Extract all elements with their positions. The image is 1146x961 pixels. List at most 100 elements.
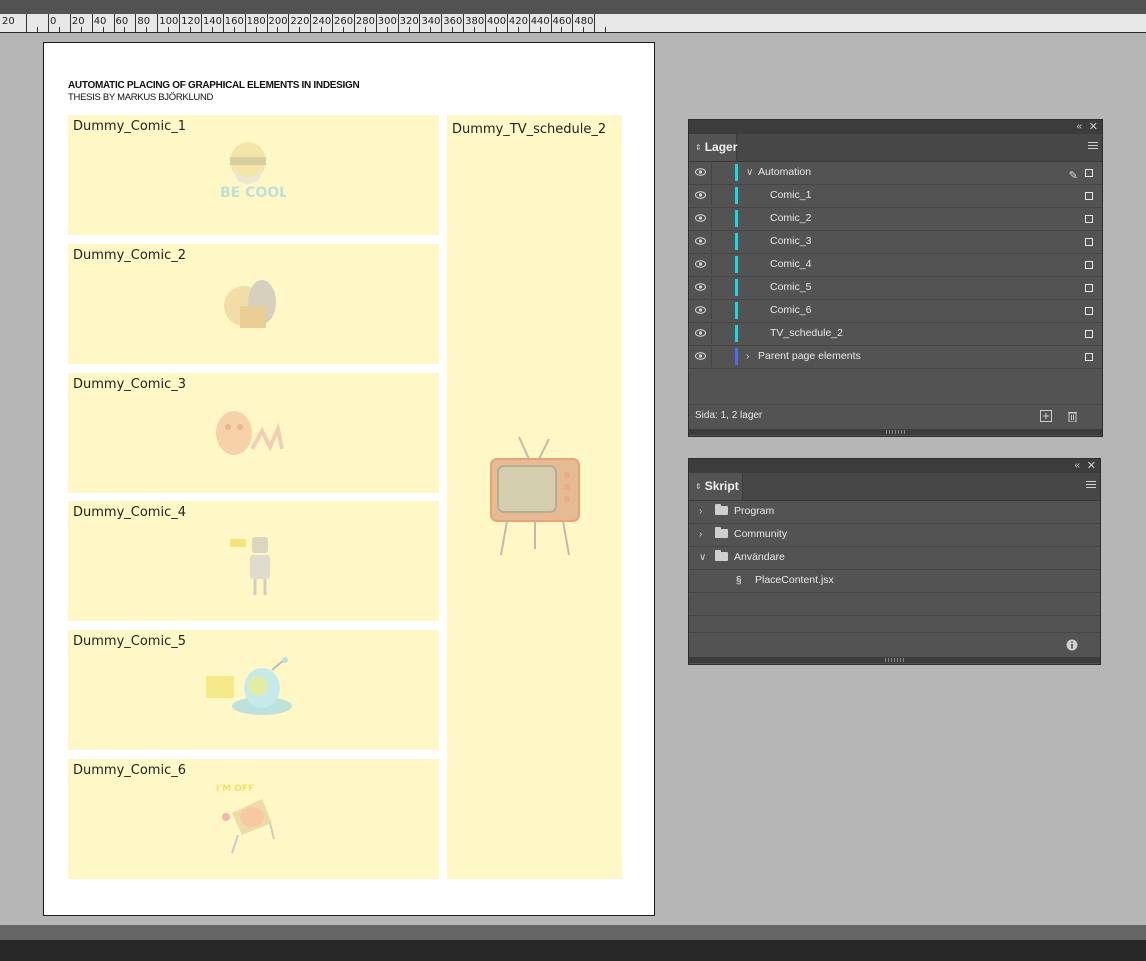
page-layer-info: Sida: 1, 2 lager (695, 410, 763, 421)
tab-lager[interactable]: ⇕ Lager (689, 134, 737, 161)
ruler-tick (168, 27, 170, 32)
frame-comic-2[interactable]: Dummy_Comic_2 (68, 244, 439, 364)
layer-select-square[interactable] (1085, 169, 1093, 177)
chevron-down-icon[interactable]: ∨ (699, 547, 706, 568)
ruler-tick (211, 27, 213, 32)
lock-toggle[interactable] (712, 300, 734, 321)
script-folder[interactable]: ∨ Användare (689, 547, 1100, 570)
ruler-tick (222, 14, 224, 32)
script-folder[interactable]: › Program (689, 501, 1100, 524)
lock-toggle[interactable] (712, 208, 734, 229)
new-layer-icon[interactable] (1040, 410, 1052, 422)
lock-toggle[interactable] (712, 162, 734, 183)
close-icon[interactable]: ✕ (1089, 120, 1098, 134)
layer-row[interactable]: Comic_6 (689, 300, 1102, 323)
layer-select-square[interactable] (1085, 353, 1093, 361)
document-page[interactable]: AUTOMATIC PLACING OF GRAPHICAL ELEMENTS … (43, 42, 655, 916)
panel-topbar[interactable]: « ✕ (689, 459, 1100, 473)
frame-label: Dummy_Comic_5 (73, 634, 186, 649)
layer-row[interactable]: Comic_2 (689, 208, 1102, 231)
visibility-eye-icon[interactable] (695, 191, 706, 199)
frame-comic-6[interactable]: Dummy_Comic_6 I'M OFF (68, 759, 439, 879)
status-bar (0, 925, 1146, 940)
layer-select-square[interactable] (1085, 192, 1093, 200)
lock-toggle[interactable] (712, 277, 734, 298)
ruler-label: 40 (93, 16, 107, 27)
layer-select-square[interactable] (1085, 284, 1093, 292)
frame-comic-4[interactable]: Dummy_Comic_4 (68, 501, 439, 621)
frame-comic-3[interactable]: Dummy_Comic_3 (68, 373, 439, 493)
ruler-tick (342, 27, 344, 32)
visibility-eye-icon[interactable] (695, 214, 706, 222)
info-icon[interactable] (1066, 639, 1078, 651)
tab-skript[interactable]: ⇕ Skript (689, 473, 743, 500)
chevron-right-icon[interactable]: › (699, 501, 702, 522)
visibility-eye-icon[interactable] (695, 260, 706, 268)
ruler-label: 340 (421, 16, 441, 27)
horizontal-ruler[interactable]: 20 0 20 40 60 80 100 120 140 160 180 200 220 240 260 28… (0, 0, 1146, 33)
chevron-right-icon[interactable]: › (746, 346, 749, 367)
panel-menu-icon[interactable] (1088, 142, 1098, 151)
lock-toggle[interactable] (712, 346, 734, 367)
lock-toggle[interactable] (712, 231, 734, 252)
ruler-label: 20 (71, 16, 85, 27)
layer-color-swatch (735, 302, 738, 319)
layer-name: Comic_2 (770, 212, 812, 224)
ruler-tick (179, 14, 181, 32)
ruler-tick (48, 14, 49, 32)
ruler-tick (506, 14, 508, 32)
frame-label: Dummy_Comic_6 (73, 763, 186, 778)
ruler-tick (91, 14, 93, 32)
layer-row[interactable]: › Parent page elements (689, 346, 1102, 369)
frame-tv-schedule-2[interactable]: Dummy_TV_schedule_2 (447, 115, 622, 879)
script-file[interactable]: § PlaceContent.jsx (689, 570, 1100, 593)
script-name: Program (734, 505, 775, 517)
layer-select-square[interactable] (1085, 215, 1093, 223)
visibility-eye-icon[interactable] (695, 352, 706, 360)
panel-topbar[interactable]: « ✕ (689, 120, 1102, 134)
collapse-icon[interactable]: « (1076, 120, 1082, 134)
chevron-down-icon[interactable]: ∨ (746, 162, 753, 183)
layer-row[interactable]: Comic_4 (689, 254, 1102, 277)
ruler-label: 400 (487, 16, 507, 27)
resize-grip[interactable] (689, 657, 1100, 663)
layer-row[interactable]: TV_schedule_2 (689, 323, 1102, 346)
ruler-label: 380 (465, 16, 485, 27)
layer-select-square[interactable] (1085, 261, 1093, 269)
art-text: BE COOL! (220, 185, 286, 201)
trash-icon[interactable] (1067, 410, 1078, 422)
chevron-right-icon[interactable]: › (699, 524, 702, 545)
visibility-eye-icon[interactable] (695, 237, 706, 245)
lock-toggle[interactable] (712, 323, 734, 344)
resize-grip[interactable] (689, 429, 1102, 435)
ruler-label: 100 (159, 16, 179, 27)
ruler-label: 440 (530, 16, 550, 27)
visibility-eye-icon[interactable] (695, 168, 706, 176)
visibility-eye-icon[interactable] (695, 283, 706, 291)
frame-comic-1[interactable]: Dummy_Comic_1 BE COOL! (68, 115, 439, 235)
layer-select-square[interactable] (1085, 330, 1093, 338)
layer-row[interactable]: Comic_3 (689, 231, 1102, 254)
scripts-panel[interactable]: « ✕ ⇕ Skript › Program › Community ∨ Användare… (688, 458, 1101, 665)
layer-select-square[interactable] (1085, 238, 1093, 246)
ruler-tick (419, 14, 421, 32)
layers-panel[interactable]: « ✕ ⇕ Lager ∨ Automation ✎ Comic_1 Comic_2 Com… (688, 119, 1103, 437)
panel-menu-icon[interactable] (1086, 481, 1096, 490)
layer-select-square[interactable] (1085, 307, 1093, 315)
lock-toggle[interactable] (712, 185, 734, 206)
visibility-eye-icon[interactable] (695, 306, 706, 314)
ruler-tick (452, 27, 454, 32)
frame-comic-5[interactable]: Dummy_Comic_5 (68, 630, 439, 750)
visibility-eye-icon[interactable] (695, 329, 706, 337)
collapse-icon[interactable]: « (1074, 459, 1080, 473)
lock-toggle[interactable] (712, 254, 734, 275)
pencil-icon: ✎ (1068, 170, 1078, 182)
layer-row[interactable]: Comic_5 (689, 277, 1102, 300)
layer-row[interactable]: Comic_1 (689, 185, 1102, 208)
layer-row[interactable]: ∨ Automation ✎ (689, 162, 1102, 185)
ruler-tick (277, 27, 279, 32)
script-name: Community (734, 528, 788, 540)
ruler-tick (353, 14, 355, 32)
script-folder[interactable]: › Community (689, 524, 1100, 547)
close-icon[interactable]: ✕ (1087, 459, 1096, 473)
